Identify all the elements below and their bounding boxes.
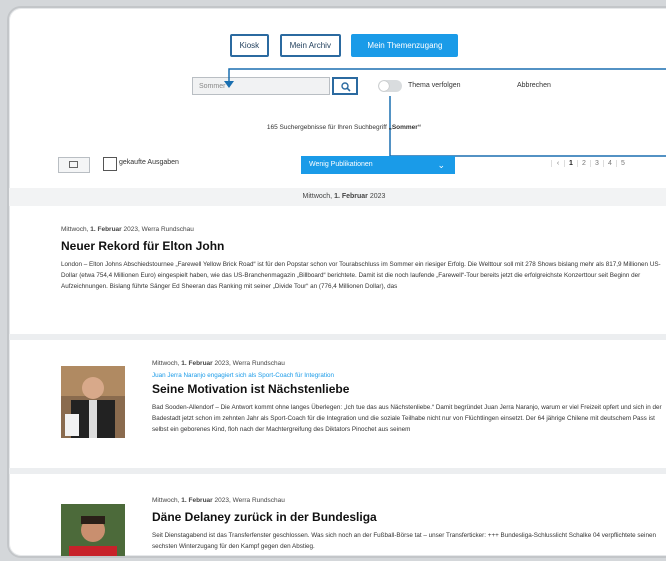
meta-source: 2023, Werra Rundschau bbox=[121, 226, 194, 233]
article-item[interactable]: Mittwoch, 1. Februar 2023, Werra Rundsch… bbox=[152, 497, 662, 552]
article-thumbnail[interactable] bbox=[61, 366, 125, 438]
article-meta: Mittwoch, 1. Februar 2023, Werra Rundsch… bbox=[152, 360, 662, 367]
page-2[interactable]: 2 bbox=[577, 160, 590, 167]
article-item[interactable]: Mittwoch, 1. Februar 2023, Werra Rundsch… bbox=[61, 226, 661, 292]
article-meta: Mittwoch, 1. Februar 2023, Werra Rundsch… bbox=[61, 226, 661, 233]
result-query: „Sommer“ bbox=[388, 124, 422, 131]
meta-day: Mittwoch, bbox=[61, 226, 91, 233]
app-window: Kiosk Mein Archiv Mein Themenzugang Somm… bbox=[7, 6, 666, 558]
article-title[interactable]: Neuer Rekord für Elton John bbox=[61, 239, 661, 253]
article-kicker: Juan Jerra Naranjo engagiert sich als Sp… bbox=[152, 372, 335, 379]
page-1[interactable]: 1 bbox=[564, 160, 577, 167]
meta-source: 2023, Werra Rundschau bbox=[212, 360, 285, 367]
player-photo bbox=[61, 504, 125, 556]
meta-day: Mittwoch, bbox=[152, 360, 182, 367]
meta-date: 1. Februar bbox=[181, 360, 213, 367]
article-title[interactable]: Seine Motivation ist Nächstenliebe bbox=[152, 382, 662, 396]
article-divider bbox=[9, 334, 666, 340]
article-teaser: Bad Sooden-Allendorf – Die Antwort kommt… bbox=[152, 404, 662, 433]
meta-day: Mittwoch, bbox=[152, 497, 182, 504]
coach-photo bbox=[61, 366, 125, 438]
page-5[interactable]: 5 bbox=[616, 160, 629, 167]
meta-source: 2023, Werra Rundschau bbox=[212, 497, 285, 504]
article-title[interactable]: Däne Delaney zurück in der Bundesliga bbox=[152, 510, 662, 524]
article-meta: Mittwoch, 1. Februar 2023, Werra Rundsch… bbox=[152, 497, 662, 504]
article-divider bbox=[9, 468, 666, 474]
pager-prev-icon[interactable]: ‹ bbox=[551, 160, 564, 167]
sort-select-value: Wenig Publikationen bbox=[309, 161, 373, 168]
article-item[interactable]: Mittwoch, 1. Februar 2023, Werra Rundsch… bbox=[152, 360, 662, 435]
date-header-prefix: Mittwoch, bbox=[302, 193, 335, 200]
result-toolbar: gekaufte Ausgaben Wenig Publikationen ⌄ … bbox=[9, 152, 666, 182]
content-area: Kiosk Mein Archiv Mein Themenzugang Somm… bbox=[9, 8, 666, 556]
article-thumbnail[interactable] bbox=[61, 504, 125, 556]
purchased-label: gekaufte Ausgaben bbox=[119, 159, 179, 166]
pagination: ‹ 1 2 3 4 5 bbox=[551, 160, 629, 167]
page-4[interactable]: 4 bbox=[603, 160, 616, 167]
article-teaser: London – Elton Johns Abschiedstournee „F… bbox=[61, 261, 661, 290]
chevron-down-icon: ⌄ bbox=[437, 160, 445, 170]
grid-view-icon bbox=[69, 161, 78, 168]
meta-date: 1. Februar bbox=[90, 226, 122, 233]
date-header: Mittwoch, 1. Februar 2023 bbox=[9, 188, 666, 206]
sort-select[interactable]: Wenig Publikationen ⌄ bbox=[301, 156, 455, 174]
meta-date: 1. Februar bbox=[181, 497, 213, 504]
page-3[interactable]: 3 bbox=[590, 160, 603, 167]
date-header-year: 2023 bbox=[367, 193, 386, 200]
result-count: 165 Suchergebnisse für Ihren Suchbegriff… bbox=[9, 124, 666, 131]
article-teaser: Seit Dienstagabend ist das Transferfenst… bbox=[152, 532, 656, 550]
view-toggle-button[interactable] bbox=[58, 157, 90, 173]
purchased-checkbox[interactable] bbox=[103, 157, 117, 171]
date-header-date: 1. Februar bbox=[334, 193, 368, 200]
result-count-text: 165 Suchergebnisse für Ihren Suchbegriff bbox=[266, 124, 389, 131]
